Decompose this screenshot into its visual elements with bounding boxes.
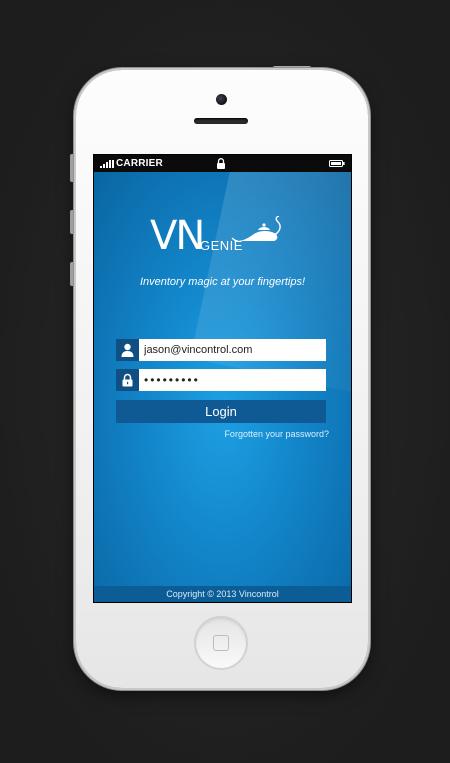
earpiece-speaker	[194, 118, 248, 124]
user-icon	[121, 343, 134, 357]
signal-icon	[100, 160, 114, 168]
email-field	[116, 339, 326, 361]
vngenie-logo: VN GENIE	[150, 216, 290, 266]
status-bar: CARRIER	[94, 155, 351, 172]
stage: CARRIER VN GENIE Inventory magic at your…	[0, 0, 450, 763]
home-square-icon	[213, 635, 229, 651]
lock-icon	[217, 158, 225, 169]
tagline: Inventory magic at your fingertips!	[139, 276, 306, 288]
home-button[interactable]	[194, 616, 248, 670]
email-input[interactable]	[144, 339, 322, 361]
battery-icon	[329, 160, 345, 167]
carrier-label: CARRIER	[116, 158, 163, 169]
genie-lamp-icon	[231, 216, 281, 242]
padlock-icon	[122, 373, 133, 387]
password-input[interactable]	[144, 369, 322, 391]
phone-screen: CARRIER VN GENIE Inventory magic at your…	[93, 154, 352, 603]
forgot-password-link[interactable]: Forgotten your password?	[224, 429, 329, 439]
user-icon-box	[116, 339, 139, 361]
phone-body: CARRIER VN GENIE Inventory magic at your…	[76, 70, 368, 688]
login-screen: VN GENIE Inventory magic at your fingert…	[94, 172, 351, 602]
password-field	[116, 369, 326, 391]
logo-vn-text: VN	[150, 213, 205, 259]
login-button[interactable]: Login	[116, 400, 326, 423]
front-camera	[216, 94, 227, 105]
copyright-footer: Copyright © 2013 Vincontrol	[94, 586, 351, 602]
lock-icon-box	[116, 369, 139, 391]
